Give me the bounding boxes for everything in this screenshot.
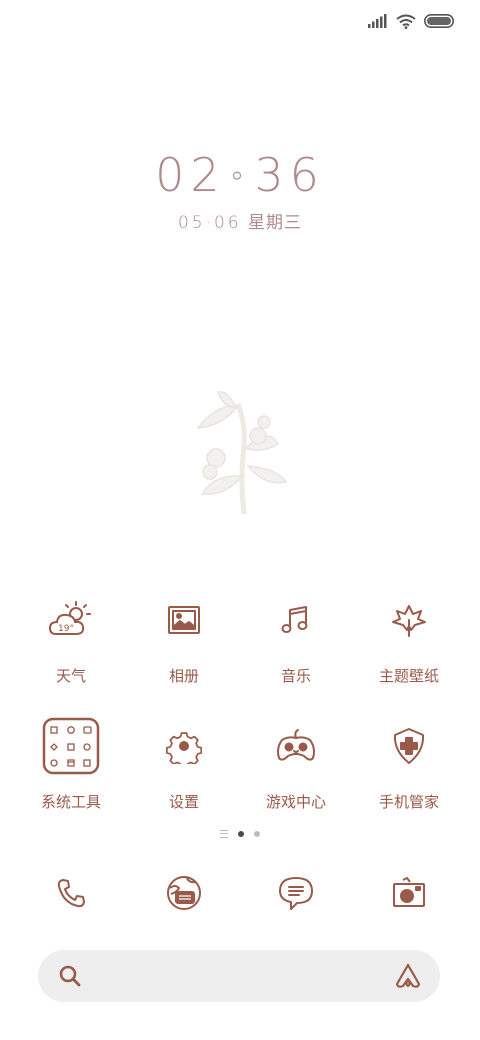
cellular-signal-icon xyxy=(368,14,387,28)
app-label: 相册 xyxy=(168,667,199,685)
camera-icon xyxy=(393,877,425,907)
page-dot[interactable] xyxy=(254,831,260,837)
messages-icon xyxy=(279,877,313,910)
app-music[interactable]: 音乐 xyxy=(241,585,351,686)
app-settings[interactable]: 设置 xyxy=(129,711,239,812)
search-icon[interactable] xyxy=(58,964,82,988)
plant-decoration-icon xyxy=(196,391,288,515)
app-label: 游戏中心 xyxy=(265,793,326,811)
dock-camera[interactable] xyxy=(369,858,449,928)
clock-date: 05·06 星期三 xyxy=(0,208,480,233)
clock-widget[interactable]: 02∘36 05·06 星期三 xyxy=(0,148,480,233)
dock-phone[interactable] xyxy=(31,858,111,928)
app-themes[interactable]: 主题壁纸 xyxy=(354,585,464,686)
system-tools-folder-icon xyxy=(42,717,100,775)
weather-temp: 19° xyxy=(58,624,74,634)
app-game-center[interactable]: 游戏中心 xyxy=(241,711,351,812)
phone-icon xyxy=(57,879,85,908)
page-dot-active[interactable] xyxy=(238,831,244,837)
app-weather[interactable]: 19° 天气 xyxy=(16,585,126,686)
app-label: 音乐 xyxy=(280,667,311,685)
settings-icon xyxy=(166,732,202,764)
themes-icon xyxy=(392,605,426,637)
music-icon xyxy=(281,606,308,633)
app-security[interactable]: 手机管家 xyxy=(354,711,464,812)
app-label: 主题壁纸 xyxy=(378,667,439,685)
date-numeric: 05·06 xyxy=(177,213,242,233)
browser-icon xyxy=(167,876,201,910)
app-label: 天气 xyxy=(55,667,86,685)
dock-messages[interactable] xyxy=(256,858,336,928)
app-label: 设置 xyxy=(168,793,199,811)
app-label: 手机管家 xyxy=(378,793,439,811)
security-icon xyxy=(393,728,425,764)
app-system-tools[interactable]: 系统工具 xyxy=(16,711,126,812)
game-center-icon xyxy=(277,729,315,761)
app-gallery[interactable]: 相册 xyxy=(129,585,239,686)
weekday: 星期三 xyxy=(248,213,303,233)
search-bar[interactable] xyxy=(38,950,440,1002)
battery-icon xyxy=(424,14,454,28)
wifi-icon xyxy=(396,14,416,29)
assistant-icon[interactable] xyxy=(394,962,422,990)
clock-time: 02∘36 xyxy=(0,148,480,202)
dock-browser[interactable] xyxy=(144,858,224,928)
weather-icon: 19° xyxy=(48,601,91,635)
app-drawer-indicator[interactable] xyxy=(220,830,228,838)
clock-separator: ∘ xyxy=(227,158,253,193)
clock-hours: 02 xyxy=(155,148,226,202)
gallery-icon xyxy=(168,606,200,634)
app-label: 系统工具 xyxy=(40,793,101,811)
status-bar xyxy=(368,10,454,32)
clock-minutes: 36 xyxy=(254,148,325,202)
page-indicator[interactable] xyxy=(0,830,480,838)
